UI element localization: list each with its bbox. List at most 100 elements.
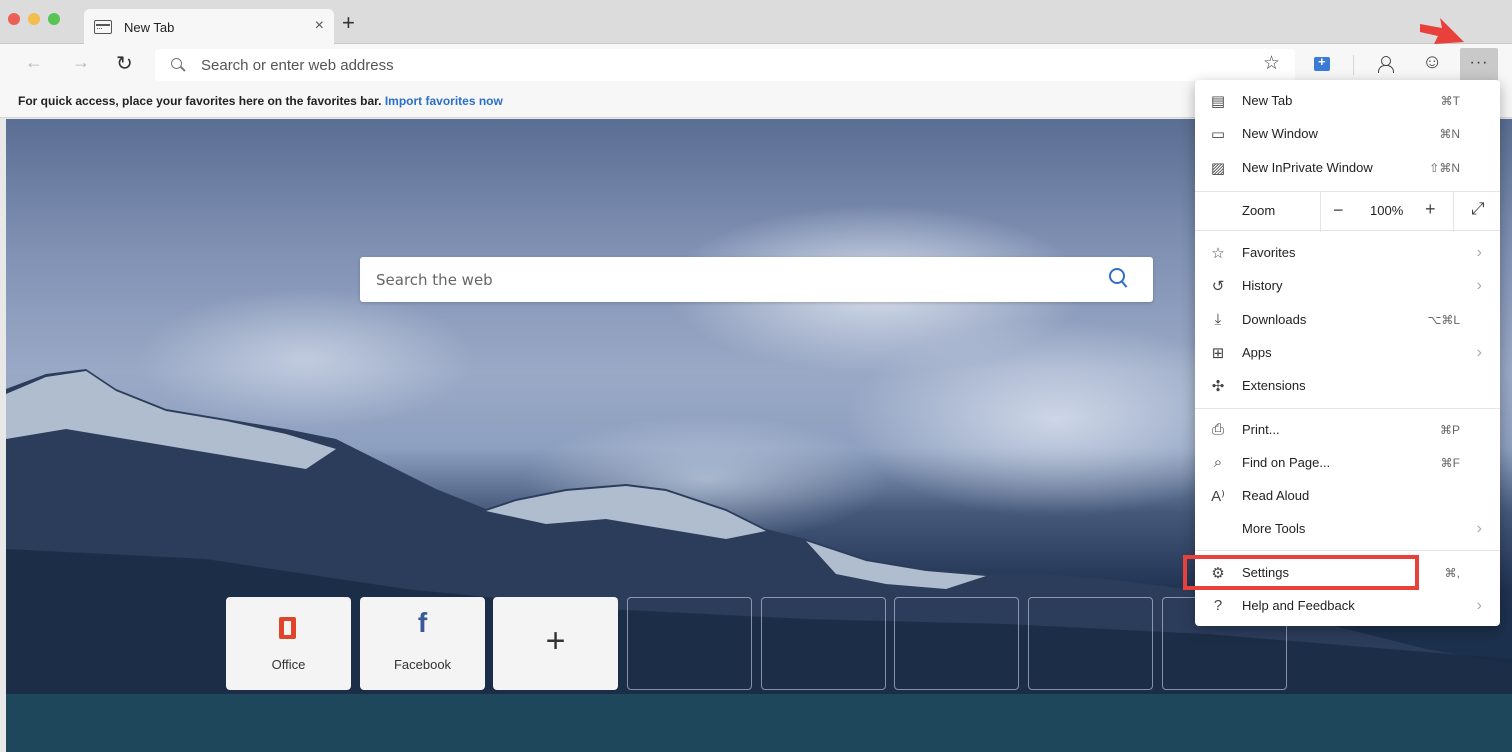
plus-icon: + [545, 622, 566, 660]
menu-item-more-tools[interactable]: More Tools › [1195, 512, 1500, 545]
menu-separator [1195, 550, 1500, 551]
web-search-box[interactable]: Search the web [360, 257, 1153, 302]
menu-item-label: Help and Feedback [1242, 598, 1355, 613]
find-icon: ⌕ [1213, 454, 1223, 471]
menu-item-shortcut: ⌘, [1444, 565, 1460, 580]
menu-item-label: Favorites [1242, 245, 1296, 260]
menu-item-help-and-feedback[interactable]: ? Help and Feedback › [1195, 589, 1500, 622]
window-close-button[interactable] [8, 13, 20, 25]
zoom-in-button[interactable]: + [1425, 199, 1436, 220]
menu-item-favorites[interactable]: ☆ Favorites › [1195, 236, 1500, 269]
arrow-annotation-icon [1420, 18, 1464, 44]
empty-quick-link-slot [761, 597, 886, 690]
tab-strip: New Tab × + [0, 0, 1512, 45]
menu-item-label: Extensions [1242, 378, 1306, 393]
inprivate-icon: ▨ [1210, 159, 1226, 177]
import-favorites-link[interactable]: Import favorites now [385, 94, 503, 108]
lake [6, 694, 1512, 752]
menu-item-shortcut: ⌥⌘L [1427, 312, 1460, 327]
menu-item-shortcut: ⌘T [1440, 93, 1460, 108]
menu-item-new-window[interactable]: ▭ New Window ⌘N [1195, 117, 1500, 150]
quick-link-label: Facebook [393, 657, 452, 672]
menu-separator [1195, 408, 1500, 409]
fullscreen-icon[interactable]: ⤢ [1471, 199, 1485, 219]
download-icon: ⤓ [1214, 311, 1222, 328]
read-aloud-icon: A⁾ [1211, 487, 1225, 505]
menu-item-label: Read Aloud [1242, 488, 1310, 503]
quick-link-facebook[interactable]: f Facebook [360, 597, 485, 690]
settings-and-more-menu: ▤ New Tab ⌘T ▭ New Window ⌘N ▨ New InPri… [1195, 80, 1500, 626]
menu-item-find-on-page[interactable]: ⌕ Find on Page... ⌘F [1195, 446, 1500, 479]
chevron-right-icon: › [1476, 243, 1482, 261]
collections-icon[interactable] [1314, 54, 1330, 71]
menu-item-shortcut: ⌘F [1440, 455, 1460, 470]
settings-highlight-annotation [1183, 555, 1419, 590]
extensions-icon: ✣ [1211, 377, 1225, 395]
menu-item-label: New Window [1242, 126, 1318, 141]
office-icon [279, 617, 296, 639]
search-icon [171, 58, 185, 72]
settings-and-more-button[interactable]: ··· [1460, 48, 1498, 82]
chevron-right-icon: › [1476, 519, 1482, 537]
window-zoom-button[interactable] [48, 13, 60, 25]
menu-item-label: New Tab [1242, 93, 1293, 108]
chevron-right-icon: › [1476, 343, 1482, 361]
print-icon: ⎙ [1211, 421, 1224, 438]
menu-item-new-tab[interactable]: ▤ New Tab ⌘T [1195, 84, 1500, 117]
menu-item-downloads[interactable]: ⤓ Downloads ⌥⌘L [1195, 303, 1500, 336]
favorites-bar-message: For quick access, place your favorites h… [18, 94, 385, 108]
facebook-icon: f [417, 607, 428, 638]
menu-item-read-aloud[interactable]: A⁾ Read Aloud [1195, 479, 1500, 512]
divider [1453, 192, 1454, 232]
address-input[interactable]: Search or enter web address [201, 57, 394, 74]
reload-button[interactable]: ↻ [116, 51, 133, 76]
menu-item-label: Print... [1242, 422, 1280, 437]
history-icon: ↺ [1211, 277, 1225, 295]
add-quick-link-button[interactable]: + [493, 597, 618, 690]
menu-item-print[interactable]: ⎙ Print... ⌘P [1195, 413, 1500, 446]
favorite-star-icon[interactable]: ☆ [1263, 52, 1280, 75]
tab-new-tab[interactable]: New Tab × [84, 9, 334, 45]
search-icon[interactable] [1109, 268, 1129, 290]
new-tab-icon: ▤ [1210, 92, 1226, 110]
zoom-row: Zoom − 100% + ⤢ [1195, 191, 1500, 232]
new-window-icon: ▭ [1210, 125, 1226, 143]
feedback-smiley-icon[interactable]: ☺ [1422, 51, 1442, 74]
new-tab-page-icon [94, 20, 112, 34]
empty-quick-link-slot [1028, 597, 1153, 690]
menu-item-label: Find on Page... [1242, 455, 1331, 470]
tab-title: New Tab [124, 19, 175, 35]
toolbar-divider [1353, 55, 1354, 75]
back-button[interactable]: ← [25, 52, 43, 73]
web-search-input[interactable]: Search the web [376, 271, 493, 289]
menu-item-new-inprivate-window[interactable]: ▨ New InPrivate Window ⇧⌘N [1195, 151, 1500, 184]
menu-item-extensions[interactable]: ✣ Extensions [1195, 369, 1500, 402]
menu-item-label: History [1242, 278, 1283, 293]
menu-item-history[interactable]: ↺ History › [1195, 269, 1500, 302]
tab-close-icon[interactable]: × [315, 17, 324, 35]
chevron-right-icon: › [1476, 276, 1482, 294]
zoom-out-button[interactable]: − [1333, 200, 1344, 221]
menu-item-label: New InPrivate Window [1242, 160, 1373, 175]
zoom-level: 100% [1370, 203, 1404, 218]
address-bar[interactable]: Search or enter web address [155, 49, 1295, 81]
new-tab-button[interactable]: + [342, 12, 355, 34]
menu-item-shortcut: ⇧⌘N [1429, 160, 1460, 175]
empty-quick-link-slot [627, 597, 752, 690]
menu-item-shortcut: ⌘N [1439, 126, 1460, 141]
menu-item-label: Apps [1242, 345, 1272, 360]
menu-item-label: Downloads [1242, 312, 1307, 327]
window-minimize-button[interactable] [28, 13, 40, 25]
chevron-right-icon: › [1476, 596, 1482, 614]
forward-button[interactable]: → [72, 52, 90, 73]
empty-quick-link-slot [894, 597, 1019, 690]
menu-item-apps[interactable]: ⊞ Apps › [1195, 336, 1500, 369]
quick-link-label: Office [271, 657, 306, 672]
star-icon: ☆ [1211, 244, 1225, 262]
apps-icon: ⊞ [1211, 344, 1225, 362]
help-icon: ? [1213, 597, 1223, 614]
quick-link-office[interactable]: Office [226, 597, 351, 690]
profile-icon[interactable] [1378, 56, 1394, 73]
menu-item-shortcut: ⌘P [1439, 422, 1460, 437]
divider [1320, 192, 1321, 232]
